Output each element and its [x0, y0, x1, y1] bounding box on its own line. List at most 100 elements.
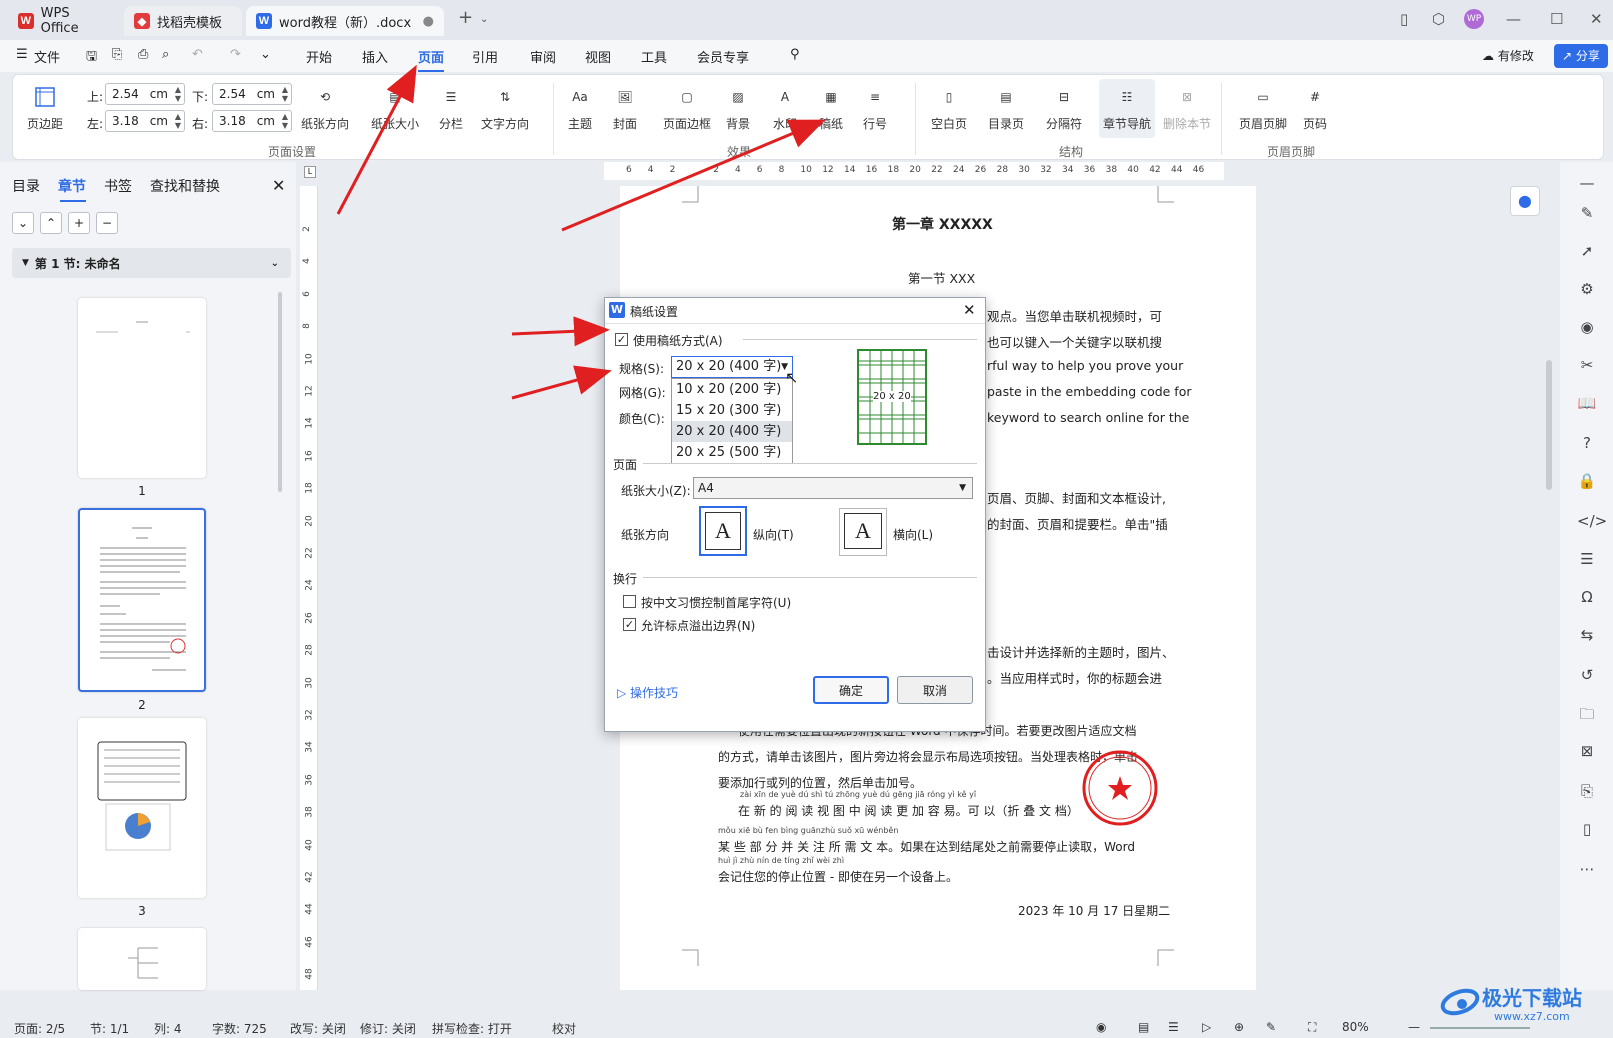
list-icon[interactable]: ☰ [1577, 550, 1597, 570]
save-icon[interactable]: 🖫 [86, 47, 97, 69]
more-chevron-icon[interactable]: ⌄ [260, 47, 271, 62]
blank-page-button[interactable]: ▯ 空白页 [931, 85, 967, 132]
export-icon[interactable]: ⎘ [1577, 782, 1597, 802]
cover-button[interactable]: 🖼 封面 [613, 85, 637, 132]
tab-template[interactable]: ◆ 找稻壳模板 [124, 6, 242, 36]
print-icon[interactable]: ⎙ [138, 47, 148, 62]
page-view-icon[interactable]: ▤ [1138, 1020, 1149, 1034]
tab-bookmarks[interactable]: 书签 [104, 176, 132, 196]
status-page[interactable]: 页面: 2/5 [14, 1020, 65, 1037]
cancel-button[interactable]: 取消 [897, 676, 973, 704]
line-number-button[interactable]: ≡ 行号 [863, 85, 887, 132]
tab-dot-icon[interactable]: ● [423, 14, 434, 29]
settings-sliders-icon[interactable]: ⚙ [1577, 280, 1597, 300]
close-icon[interactable]: ✕ [272, 176, 285, 195]
share-button[interactable]: ↗ 分享 [1554, 44, 1608, 68]
lock-icon[interactable]: 🔒 [1577, 472, 1597, 492]
ok-button[interactable]: 确定 [813, 676, 889, 704]
more-icon[interactable]: ⋯ [1577, 860, 1597, 880]
status-spell-check[interactable]: 拼写检查: 打开 [432, 1020, 512, 1037]
minimize-icon[interactable]: — [1506, 10, 1521, 28]
status-track-changes[interactable]: 修订: 关闭 [360, 1020, 416, 1037]
spec-option[interactable]: 20 x 25 (500 字) [672, 442, 792, 463]
page-thumbnail-selected[interactable] [78, 508, 206, 692]
book-icon[interactable]: 📖 [1577, 394, 1597, 414]
margin-top-input[interactable]: 2.54 cm ▲ ▼ [105, 83, 185, 105]
control-first-last-checkbox[interactable] [623, 595, 636, 608]
use-manuscript-checkbox[interactable]: ✓ [615, 333, 628, 346]
modified-indicator[interactable]: ☁ 有修改 [1482, 47, 1534, 64]
page-border-button[interactable]: ▢ 页面边框 [663, 85, 711, 132]
page-thumbnail[interactable] [78, 928, 206, 990]
play-icon[interactable]: ▷ [1202, 1020, 1211, 1034]
maximize-icon[interactable]: ☐ [1550, 10, 1563, 28]
spinner-icon[interactable]: ▲ ▼ [282, 112, 288, 130]
status-words[interactable]: 字数: 725 [212, 1020, 267, 1037]
spinner-icon[interactable]: ▲ ▼ [175, 85, 181, 103]
spec-option[interactable]: 15 x 20 (300 字) [672, 400, 792, 421]
margins-button[interactable]: 页边距 [27, 85, 63, 132]
margin-bottom-input[interactable]: 2.54 cm ▲ ▼ [212, 83, 292, 105]
avatar[interactable]: WP [1464, 9, 1484, 29]
section-header[interactable]: ▼ 第 1 节: 未命名 ⌄ [12, 248, 291, 278]
redo-icon[interactable]: ↷ [230, 47, 241, 62]
paper-size-select[interactable]: A4 ▼ [693, 477, 973, 499]
menu-icon[interactable]: ☰ [16, 47, 28, 62]
section-nav-button[interactable]: ☷ 章节导航 [1099, 79, 1156, 138]
portrait-option[interactable]: A [699, 506, 747, 556]
translate-icon[interactable]: ⇆ [1577, 626, 1597, 646]
menu-review[interactable]: 审阅 [530, 47, 556, 66]
allow-punctuation-overflow-checkbox[interactable]: ✓ [623, 618, 636, 631]
spec-option-selected[interactable]: 20 x 20 (400 字) [672, 421, 792, 442]
fit-icon[interactable]: ⛶ [1308, 1020, 1316, 1035]
spinner-icon[interactable]: ▲ ▼ [282, 85, 288, 103]
close-icon[interactable]: ✕ [963, 301, 976, 319]
menu-page[interactable]: 页面 [418, 47, 445, 72]
tab-toc[interactable]: 目录 [12, 176, 40, 196]
collapse-icon[interactable]: — [1577, 174, 1597, 194]
omega-icon[interactable]: Ω [1577, 588, 1597, 608]
move-up-icon[interactable]: ⌃ [40, 212, 62, 234]
layout-icon[interactable]: ▯ [1400, 10, 1408, 28]
grid-icon[interactable]: ⊠ [1577, 742, 1597, 762]
background-button[interactable]: ▨ 背景 [726, 85, 750, 132]
document-icon[interactable]: ▯ [1577, 820, 1597, 840]
help-icon[interactable]: ? [1577, 434, 1597, 454]
zoom-out-icon[interactable]: — [1408, 1020, 1420, 1034]
menu-tools[interactable]: 工具 [641, 47, 667, 66]
text-direction-button[interactable]: ⇅ 文字方向 [481, 85, 529, 132]
page-thumbnail[interactable] [78, 718, 206, 898]
toc-page-button[interactable]: ▤ 目录页 [988, 85, 1024, 132]
chevron-down-icon[interactable]: ⌄ [271, 258, 279, 269]
menu-references[interactable]: 引用 [472, 47, 498, 66]
ai-icon[interactable]: ◉ [1577, 318, 1597, 338]
menu-member[interactable]: 会员专享 [697, 47, 749, 66]
tab-find-replace[interactable]: 查找和替换 [150, 176, 220, 196]
new-tab-icon[interactable]: + [458, 7, 473, 28]
web-view-icon[interactable]: ⊕ [1234, 1020, 1244, 1034]
search-icon[interactable]: ⚲ [790, 47, 800, 62]
columns-button[interactable]: ☰ 分栏 [439, 85, 463, 132]
margin-right-input[interactable]: 3.18 cm ▲ ▼ [212, 110, 292, 132]
paper-size-button[interactable]: ▤ 纸张大小 [371, 85, 419, 132]
tools-icon[interactable]: ✂ [1577, 356, 1597, 376]
status-column[interactable]: 列: 4 [154, 1020, 182, 1037]
remove-icon[interactable]: − [96, 212, 118, 234]
menu-file[interactable]: 文件 [34, 47, 60, 66]
eye-icon[interactable]: ◉ [1096, 1020, 1106, 1034]
landscape-option[interactable]: A [839, 508, 887, 556]
folder-icon[interactable]: 🗀 [1577, 704, 1597, 724]
header-footer-button[interactable]: ▭ 页眉页脚 [1239, 85, 1287, 132]
margin-left-input[interactable]: 3.18 cm ▲ ▼ [105, 110, 185, 132]
spinner-icon[interactable]: ▲ ▼ [175, 112, 181, 130]
theme-button[interactable]: Aa 主题 [568, 85, 592, 132]
tab-document[interactable]: W word教程（新）.docx ● [246, 6, 444, 36]
menu-insert[interactable]: 插入 [362, 47, 388, 66]
menu-view[interactable]: 视图 [585, 47, 611, 66]
orientation-button[interactable]: ⟲ 纸张方向 [301, 85, 349, 132]
chevron-down-icon[interactable]: ⌄ [480, 14, 488, 25]
dialog-title-bar[interactable]: W 稿纸设置 ✕ [605, 298, 985, 324]
status-overwrite[interactable]: 改写: 关闭 [290, 1020, 346, 1037]
manuscript-button[interactable]: ▦ 稿纸 [819, 85, 843, 132]
zoom-level[interactable]: 80% [1342, 1020, 1369, 1034]
